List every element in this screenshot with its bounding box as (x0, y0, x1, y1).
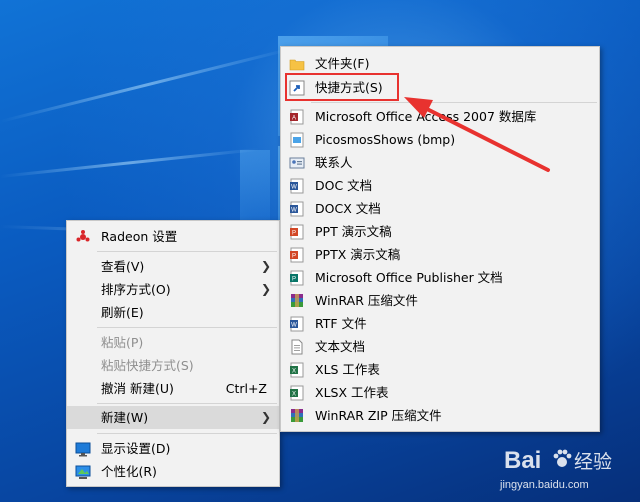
svg-text:P: P (292, 231, 296, 237)
svg-text:P: P (292, 277, 296, 283)
menu-item-paste-shortcut: 粘贴快捷方式(S) (67, 354, 279, 377)
menu-separator (97, 433, 277, 434)
submenu-item-folder[interactable]: 文件夹(F) (281, 52, 599, 75)
submenu-item-xls[interactable]: X XLS 工作表 (281, 358, 599, 381)
watermark-brand: Bai (504, 447, 541, 474)
submenu-item-bmp[interactable]: PicosmosShows (bmp) (281, 128, 599, 151)
submenu-item-txt[interactable]: 文本文档 (281, 335, 599, 358)
submenu-item-label: DOCX 文档 (315, 201, 381, 216)
submenu-item-label: PPT 演示文稿 (315, 224, 392, 239)
svg-text:X: X (292, 369, 296, 375)
submenu-item-label: XLS 工作表 (315, 362, 380, 377)
submenu-item-label: PicosmosShows (bmp) (315, 132, 456, 147)
submenu-item-label: Microsoft Office Publisher 文档 (315, 270, 503, 285)
submenu-item-label: 文本文档 (315, 339, 366, 354)
submenu-item-ppt[interactable]: P PPT 演示文稿 (281, 220, 599, 243)
chevron-right-icon: ❯ (260, 259, 271, 273)
menu-item-refresh[interactable]: 刷新(E) (67, 301, 279, 324)
submenu-item-label: 联系人 (315, 155, 353, 170)
menu-separator (97, 251, 277, 252)
chevron-right-icon: ❯ (260, 282, 271, 296)
submenu-item-contact[interactable]: 联系人 (281, 151, 599, 174)
paw-icon (553, 449, 572, 467)
menu-separator (311, 102, 597, 103)
radeon-icon (76, 230, 90, 242)
submenu-item-label: 文件夹(F) (315, 56, 370, 71)
submenu-item-publisher[interactable]: P Microsoft Office Publisher 文档 (281, 266, 599, 289)
publisher-icon: P (290, 270, 304, 286)
bmp-icon (290, 132, 304, 148)
xlsx-icon: X (290, 385, 304, 401)
svg-text:A: A (292, 116, 296, 122)
submenu-item-winrar-zip[interactable]: WinRAR ZIP 压缩文件 (281, 404, 599, 427)
menu-item-paste: 粘贴(P) (67, 331, 279, 354)
menu-item-undo-new[interactable]: 撤消 新建(U) Ctrl+Z (67, 377, 279, 400)
submenu-item-label: WinRAR 压缩文件 (315, 293, 418, 308)
submenu-item-winrar[interactable]: WinRAR 压缩文件 (281, 289, 599, 312)
highlight-box (285, 73, 399, 101)
winrar-zip-icon (291, 409, 303, 422)
chevron-right-icon: ❯ (260, 410, 271, 424)
submenu-item-label: WinRAR ZIP 压缩文件 (315, 408, 442, 423)
shortcut-label: Ctrl+Z (225, 381, 267, 396)
menu-item-label: 查看(V) (101, 259, 145, 274)
submenu-item-label: XLSX 工作表 (315, 385, 389, 400)
menu-item-label: 排序方式(O) (101, 282, 171, 297)
watermark-url: jingyan.baidu.com (499, 479, 589, 491)
winrar-icon (291, 294, 303, 307)
pptx-icon: P (290, 247, 304, 263)
menu-item-label: 撤消 新建(U) (101, 381, 174, 396)
submenu-item-label: DOC 文档 (315, 178, 373, 193)
menu-item-personalize[interactable]: 个性化(R) (67, 460, 279, 483)
menu-separator (97, 403, 277, 404)
access-icon: A (290, 109, 304, 125)
display-settings-icon (75, 442, 91, 457)
personalize-icon (75, 465, 91, 479)
submenu-item-label: PPTX 演示文稿 (315, 247, 401, 262)
menu-item-label: 粘贴快捷方式(S) (101, 358, 194, 373)
svg-text:W: W (291, 185, 297, 191)
wallpaper-tile (240, 150, 270, 228)
watermark-brand2: 经验 (574, 451, 612, 473)
menu-item-view[interactable]: 查看(V) ❯ (67, 255, 279, 278)
svg-text:X: X (292, 392, 296, 398)
submenu-item-pptx[interactable]: P PPTX 演示文稿 (281, 243, 599, 266)
submenu-item-doc[interactable]: W DOC 文档 (281, 174, 599, 197)
light-beam (0, 147, 259, 178)
ppt-icon: P (290, 224, 304, 240)
svg-text:W: W (291, 208, 297, 214)
docx-icon: W (290, 201, 304, 217)
submenu-item-xlsx[interactable]: X XLSX 工作表 (281, 381, 599, 404)
rtf-icon: W (290, 316, 304, 332)
svg-text:P: P (292, 254, 296, 260)
menu-item-label: 个性化(R) (101, 464, 157, 479)
menu-item-radeon[interactable]: Radeon 设置 (67, 225, 279, 248)
doc-icon: W (290, 178, 304, 194)
menu-item-sort[interactable]: 排序方式(O) ❯ (67, 278, 279, 301)
contact-icon (289, 157, 305, 169)
menu-item-label: 新建(W) (101, 410, 149, 425)
folder-icon (289, 59, 305, 71)
menu-item-label: 显示设置(D) (101, 441, 171, 456)
menu-item-label: 刷新(E) (101, 305, 144, 320)
xls-icon: X (290, 362, 304, 378)
submenu-item-label: Microsoft Office Access 2007 数据库 (315, 109, 537, 124)
menu-item-label: Radeon 设置 (101, 229, 178, 244)
submenu-item-docx[interactable]: W DOCX 文档 (281, 197, 599, 220)
txt-icon (291, 339, 303, 355)
baidu-jingyan-watermark: Bai 经验 jingyan.baidu.com (499, 447, 612, 491)
menu-item-label: 粘贴(P) (101, 335, 144, 350)
menu-item-display-settings[interactable]: 显示设置(D) (67, 437, 279, 460)
light-beam (0, 47, 292, 123)
submenu-item-rtf[interactable]: W RTF 文件 (281, 312, 599, 335)
menu-separator (97, 327, 277, 328)
submenu-item-label: RTF 文件 (315, 316, 367, 331)
svg-text:W: W (291, 323, 297, 329)
desktop-context-menu: Radeon 设置 查看(V) ❯ 排序方式(O) ❯ 刷新(E) 粘贴(P) … (66, 220, 280, 487)
menu-item-new[interactable]: 新建(W) ❯ (67, 406, 279, 429)
new-submenu: 文件夹(F) 快捷方式(S) A Microsoft Office Access… (280, 46, 600, 432)
submenu-item-access[interactable]: A Microsoft Office Access 2007 数据库 (281, 105, 599, 128)
